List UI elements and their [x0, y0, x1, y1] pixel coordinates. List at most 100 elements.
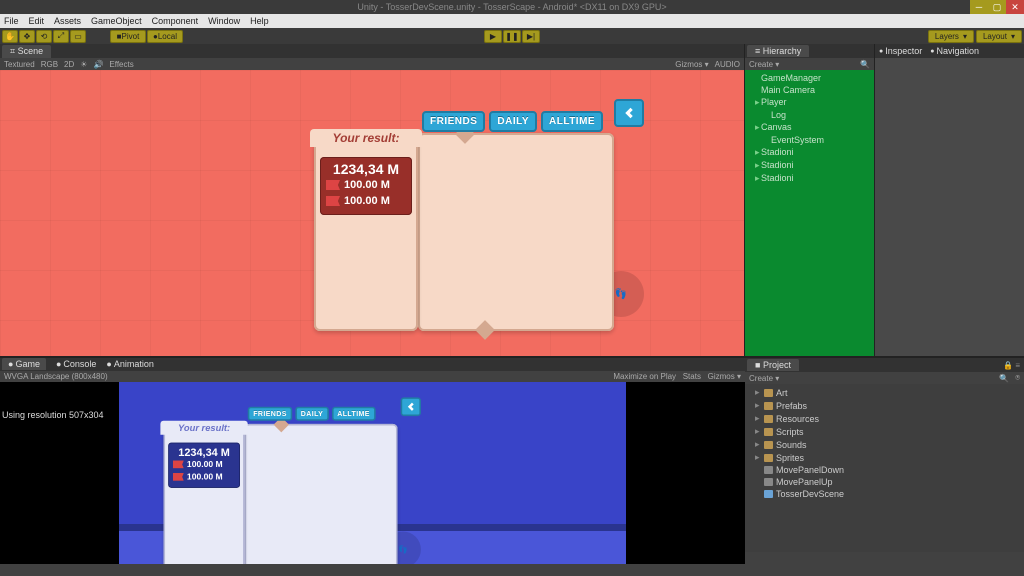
- alltime-tab[interactable]: ALLTIME: [332, 407, 376, 421]
- rotate-tool-button[interactable]: ⟲: [36, 30, 52, 43]
- daily-tab[interactable]: DAILY: [295, 407, 328, 421]
- leaderboard-list-panel[interactable]: [418, 133, 614, 331]
- console-tab[interactable]: ● Console: [56, 359, 96, 369]
- hierarchy-item[interactable]: ▸Stadioni: [745, 159, 874, 172]
- navigation-tab[interactable]: Navigation: [930, 46, 979, 56]
- scale-tool-button[interactable]: ⤢: [53, 30, 69, 43]
- close-popup-button[interactable]: [614, 99, 644, 127]
- chevron-down-icon: ▾: [1011, 32, 1015, 41]
- hierarchy-item[interactable]: ▸Stadioni: [745, 146, 874, 159]
- menu-edit[interactable]: Edit: [29, 16, 45, 26]
- effects-dropdown[interactable]: Effects: [109, 60, 133, 69]
- stats-toggle[interactable]: Stats: [683, 372, 701, 381]
- audio-icon[interactable]: 🔊: [93, 60, 103, 69]
- window-buttons: ─ ▢ ✕: [970, 0, 1024, 14]
- layers-dropdown[interactable]: Layers ▾: [928, 30, 974, 43]
- project-options-icon[interactable]: 🔒 ≡: [1003, 361, 1024, 370]
- daily-tab[interactable]: DAILY: [489, 111, 537, 132]
- game-right-controls: Maximize on Play Stats Gizmos ▾: [613, 372, 741, 381]
- project-item[interactable]: MovePanelDown: [745, 464, 1024, 476]
- project-item[interactable]: MovePanelUp: [745, 476, 1024, 488]
- project-item[interactable]: ▸Resources: [745, 412, 1024, 425]
- menu-component[interactable]: Component: [152, 16, 199, 26]
- flag-row-2: 100.00 M: [324, 193, 408, 209]
- unity-scene-icon: [764, 490, 773, 498]
- filter-icon[interactable]: ⍟: [1015, 373, 1020, 383]
- hierarchy-tab[interactable]: ≡ Hierarchy: [747, 45, 809, 57]
- aspect-dropdown[interactable]: WVGA Landscape (800x480): [4, 372, 108, 381]
- create-dropdown[interactable]: Create ▾: [749, 60, 779, 69]
- create-dropdown[interactable]: Create ▾: [749, 374, 779, 383]
- project-item[interactable]: ▸Prefabs: [745, 399, 1024, 412]
- hierarchy-item[interactable]: GameManager: [745, 72, 874, 84]
- maximize-toggle[interactable]: Maximize on Play: [613, 372, 676, 381]
- project-item[interactable]: ▸Sprites: [745, 451, 1024, 464]
- hierarchy-item[interactable]: ▸Stadioni: [745, 172, 874, 185]
- result-panel: Your result: 1234,34 M 100.00 M 100.00 M: [314, 133, 418, 331]
- hierarchy-item[interactable]: ▸Canvas: [745, 121, 874, 134]
- flag-row-2: 100.00 M: [171, 471, 237, 483]
- pause-button[interactable]: ❚❚: [503, 30, 521, 43]
- leaderboard-popup: 👣 Your result: 1234,34 M 100.00 M 100.00…: [280, 87, 662, 345]
- menu-window[interactable]: Window: [208, 16, 240, 26]
- minimize-button[interactable]: ─: [970, 0, 988, 14]
- alltime-tab[interactable]: ALLTIME: [541, 111, 603, 132]
- menu-gameobject[interactable]: GameObject: [91, 16, 142, 26]
- project-item[interactable]: TosserDevScene: [745, 488, 1024, 500]
- search-icon[interactable]: 🔍: [860, 60, 870, 69]
- menu-bar: File Edit Assets GameObject Component Wi…: [0, 14, 1024, 28]
- friends-tab[interactable]: FRIENDS: [248, 407, 292, 421]
- scene-view[interactable]: 👣 Your result: 1234,34 M 100.00 M 100.00…: [0, 70, 744, 356]
- gizmos-dropdown[interactable]: Gizmos ▾: [675, 60, 708, 69]
- render-channel-dropdown[interactable]: RGB: [41, 60, 58, 69]
- result-title: Your result:: [310, 129, 422, 147]
- menu-assets[interactable]: Assets: [54, 16, 81, 26]
- game-leaderboard-popup: 👣 Your result: 1234,34 M 100.00 M 100.00…: [137, 388, 435, 564]
- inspector-tab-row: Inspector Navigation: [875, 44, 1024, 58]
- friends-tab[interactable]: FRIENDS: [422, 111, 485, 132]
- maximize-button[interactable]: ▢: [988, 0, 1006, 14]
- rect-tool-button[interactable]: ▭: [70, 30, 86, 43]
- project-tab-row: ■ Project 🔒 ≡: [745, 358, 1024, 372]
- light-icon[interactable]: ☀: [80, 60, 87, 69]
- hierarchy-list[interactable]: GameManager Main Camera ▸Player Log ▸Can…: [745, 70, 874, 356]
- inspector-tab[interactable]: Inspector: [879, 46, 922, 56]
- file-icon: [764, 478, 773, 486]
- hierarchy-item[interactable]: Log: [745, 109, 874, 121]
- project-footer: [745, 552, 1024, 564]
- scene-tab[interactable]: ⌗ Scene: [2, 45, 51, 58]
- inspector-body[interactable]: [875, 58, 1024, 356]
- menu-file[interactable]: File: [4, 16, 19, 26]
- folder-icon: [764, 389, 773, 397]
- leaderboard-tabs: FRIENDS DAILY ALLTIME: [422, 111, 603, 132]
- pivot-toggle[interactable]: ■ Pivot: [110, 30, 146, 43]
- animation-tab[interactable]: ● Animation: [106, 359, 153, 369]
- project-list[interactable]: ▸Art ▸Prefabs ▸Resources ▸Scripts ▸Sound…: [745, 384, 1024, 552]
- pivot-tools: ■ Pivot ● Local: [108, 30, 185, 43]
- leaderboard-list-panel[interactable]: [245, 424, 398, 564]
- flag-icon: [326, 196, 340, 206]
- project-tab[interactable]: ■ Project: [747, 359, 799, 371]
- render-mode-dropdown[interactable]: Textured: [4, 60, 35, 69]
- layout-dropdown[interactable]: Layout ▾: [976, 30, 1022, 43]
- hand-tool-button[interactable]: ✋: [2, 30, 18, 43]
- project-item[interactable]: ▸Sounds: [745, 438, 1024, 451]
- result-title: Your result:: [160, 421, 247, 435]
- project-item[interactable]: ▸Art: [745, 386, 1024, 399]
- game-gizmos-dropdown[interactable]: Gizmos ▾: [708, 372, 741, 381]
- hierarchy-item[interactable]: Main Camera: [745, 84, 874, 96]
- play-button[interactable]: ▶: [484, 30, 502, 43]
- game-view[interactable]: Using resolution 507x304 👣 Your result: …: [0, 382, 745, 564]
- close-window-button[interactable]: ✕: [1006, 0, 1024, 14]
- close-popup-button[interactable]: [401, 397, 421, 416]
- hierarchy-item[interactable]: EventSystem: [745, 134, 874, 146]
- project-item[interactable]: ▸Scripts: [745, 425, 1024, 438]
- search-icon[interactable]: 🔍: [999, 374, 1009, 383]
- game-tab[interactable]: ● Game: [2, 358, 46, 370]
- move-tool-button[interactable]: ✥: [19, 30, 35, 43]
- 2d-toggle[interactable]: 2D: [64, 60, 74, 69]
- menu-help[interactable]: Help: [250, 16, 269, 26]
- local-toggle[interactable]: ● Local: [147, 30, 183, 43]
- hierarchy-item[interactable]: ▸Player: [745, 96, 874, 109]
- step-button[interactable]: ▶|: [522, 30, 540, 43]
